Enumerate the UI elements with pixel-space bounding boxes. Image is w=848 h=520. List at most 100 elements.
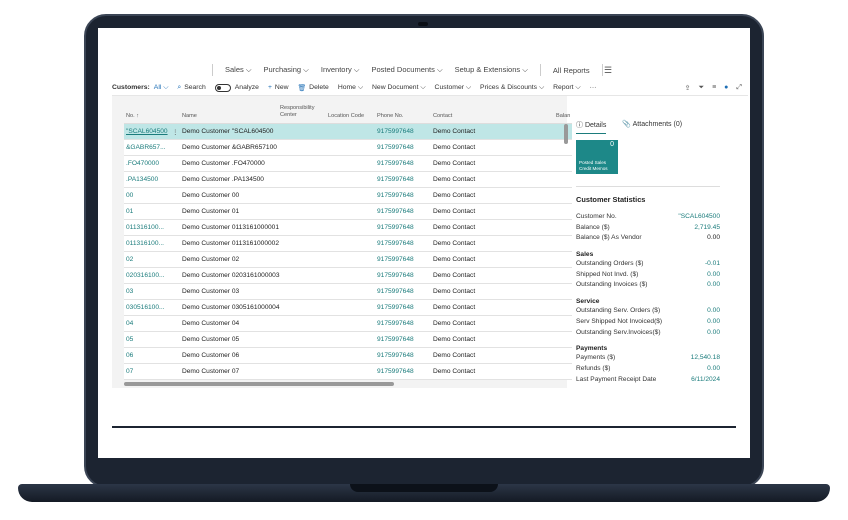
col-responsibility-center[interactable]: Responsibility Center	[280, 105, 324, 119]
customer-no-value[interactable]: "SCAL604500	[678, 213, 720, 220]
report-menu[interactable]: Report ⌵	[553, 84, 580, 92]
nav-purchasing[interactable]: Purchasing ⌵	[264, 65, 309, 75]
phone-cell[interactable]: 9175997648	[377, 352, 414, 359]
contact-cell: Demo Contact	[433, 256, 476, 263]
phone-cell[interactable]: 9175997648	[377, 144, 414, 151]
table-row[interactable]: "SCAL604500 Demo Customer "SCAL604500 9175…	[124, 124, 572, 140]
table-row[interactable]: 04 Demo Customer 04 9175997648 Demo Contact	[124, 316, 572, 332]
expand-icon[interactable]: ⤢	[736, 84, 742, 92]
table-row[interactable]: 03 Demo Customer 03 9175997648 Demo Contact	[124, 284, 572, 300]
col-phone[interactable]: Phone No.	[377, 113, 403, 119]
table-row[interactable]: &GABR657... Demo Customer &GABR657100 9175…	[124, 140, 572, 156]
hamburger-menu-icon[interactable]: ☰	[604, 65, 612, 76]
customer-name-cell: Demo Customer 0203161000003	[182, 272, 280, 279]
nav-inventory[interactable]: Inventory ⌵	[321, 65, 360, 75]
tab-details[interactable]: ⓘ Details	[576, 120, 607, 134]
tab-attachments[interactable]: 📎 Attachments (0)	[622, 120, 682, 134]
phone-cell[interactable]: 9175997648	[377, 304, 414, 311]
view-filter[interactable]: All ⌵	[154, 84, 169, 92]
col-name[interactable]: Name	[182, 113, 197, 119]
table-row[interactable]: 05 Demo Customer 05 9175997648 Demo Contact	[124, 332, 572, 348]
prices-discounts-menu[interactable]: Prices & Discounts ⌵	[480, 84, 544, 92]
search-button[interactable]: ⌕ Search	[177, 84, 205, 92]
phone-cell[interactable]: 9175997648	[377, 240, 414, 247]
info-icon[interactable]: ●	[724, 84, 728, 92]
customer-name-cell: Demo Customer 0113161000001	[182, 224, 280, 231]
table-row[interactable]: .PA134500 Demo Customer .PA134500 91759976…	[124, 172, 572, 188]
col-location-code[interactable]: Location Code	[328, 113, 364, 119]
phone-cell[interactable]: 9175997648	[377, 272, 414, 279]
customer-no-cell[interactable]: 020316100...	[126, 272, 165, 279]
phone-cell[interactable]: 9175997648	[377, 256, 414, 263]
customer-no-cell[interactable]: 02	[126, 256, 133, 263]
serv-shipped-value[interactable]: 0.00	[707, 318, 720, 325]
customer-no-cell[interactable]: 06	[126, 352, 133, 359]
share-icon[interactable]: ⇪	[685, 84, 691, 92]
phone-cell[interactable]: 9175997648	[377, 320, 414, 327]
col-balance[interactable]: Balan	[556, 113, 570, 119]
customer-no-cell[interactable]: 04	[126, 320, 133, 327]
nav-sales[interactable]: Sales ⌵	[225, 65, 252, 75]
list-view-icon[interactable]: ≡	[712, 84, 716, 92]
payments-value[interactable]: 12,540.18	[691, 354, 720, 361]
serv-invoices-value[interactable]: 0.00	[707, 329, 720, 336]
table-row[interactable]: 02 Demo Customer 02 9175997648 Demo Contact	[124, 252, 572, 268]
customer-no-cell[interactable]: .FO470000	[126, 160, 159, 167]
table-row[interactable]: 030516100... Demo Customer 0305161000004 9…	[124, 300, 572, 316]
balance-value[interactable]: 2,719.45	[694, 224, 720, 231]
filter-icon[interactable]: ⏷	[698, 84, 704, 92]
table-row[interactable]: 06 Demo Customer 06 9175997648 Demo Contact	[124, 348, 572, 364]
new-document-menu[interactable]: New Document ⌵	[372, 84, 426, 92]
customer-no-cell[interactable]: "SCAL604500	[126, 128, 168, 135]
row-actions-icon[interactable]: ⋮	[172, 128, 179, 136]
serv-orders-value[interactable]: 0.00	[707, 307, 720, 314]
phone-cell[interactable]: 9175997648	[377, 208, 414, 215]
customer-no-cell[interactable]: 011316100...	[126, 240, 164, 247]
table-row[interactable]: 011316100... Demo Customer 0113161000002 9…	[124, 236, 572, 252]
more-actions-button[interactable]: ···	[590, 84, 597, 91]
customer-name-cell: Demo Customer "SCAL604500	[182, 128, 274, 135]
phone-cell[interactable]: 9175997648	[377, 288, 414, 295]
balance-vendor-value: 0.00	[707, 234, 720, 242]
shipped-not-invoiced-value[interactable]: 0.00	[707, 271, 720, 278]
table-row[interactable]: 07 Demo Customer 07 9175997648 Demo Contact	[124, 364, 572, 380]
phone-cell[interactable]: 9175997648	[377, 160, 414, 167]
customer-no-cell[interactable]: 05	[126, 336, 133, 343]
new-button[interactable]: + New	[268, 84, 289, 91]
delete-button[interactable]: 🗑 Delete	[298, 84, 329, 92]
vertical-scrollbar[interactable]	[564, 124, 568, 144]
customer-no-cell[interactable]: 011316100...	[126, 224, 164, 231]
phone-cell[interactable]: 9175997648	[377, 224, 414, 231]
analyze-toggle[interactable]: Analyze	[214, 83, 259, 92]
posted-sales-credit-memos-tile[interactable]: 0 Posted Sales Credit Memos	[576, 140, 618, 174]
col-no[interactable]: No. ↑	[126, 113, 139, 119]
nav-setup-extensions[interactable]: Setup & Extensions ⌵	[455, 65, 528, 75]
nav-all-reports[interactable]: All Reports	[553, 66, 590, 75]
customer-no-cell[interactable]: .PA134500	[126, 176, 158, 183]
phone-cell[interactable]: 9175997648	[377, 192, 414, 199]
table-row[interactable]: .FO470000 Demo Customer .FO470000 91759976…	[124, 156, 572, 172]
outstanding-orders-value[interactable]: -0.01	[705, 260, 720, 267]
customer-no-cell[interactable]: 03	[126, 288, 133, 295]
phone-cell[interactable]: 9175997648	[377, 368, 414, 375]
phone-cell[interactable]: 9175997648	[377, 128, 414, 135]
table-row[interactable]: 011316100... Demo Customer 0113161000001 9…	[124, 220, 572, 236]
table-row[interactable]: 01 Demo Customer 01 9175997648 Demo Contact	[124, 204, 572, 220]
last-payment-date-value[interactable]: 6/11/2024	[691, 376, 720, 383]
refunds-value[interactable]: 0.00	[707, 365, 720, 372]
customer-no-cell[interactable]: &GABR657...	[126, 144, 166, 151]
table-row[interactable]: 00 Demo Customer 00 9175997648 Demo Contact	[124, 188, 572, 204]
phone-cell[interactable]: 9175997648	[377, 336, 414, 343]
customer-no-cell[interactable]: 00	[126, 192, 133, 199]
table-row[interactable]: 020316100... Demo Customer 0203161000003 9…	[124, 268, 572, 284]
col-contact[interactable]: Contact	[433, 113, 452, 119]
customer-no-cell[interactable]: 07	[126, 368, 133, 375]
horizontal-scrollbar[interactable]	[124, 382, 394, 386]
customer-no-cell[interactable]: 01	[126, 208, 133, 215]
outstanding-invoices-value[interactable]: 0.00	[707, 281, 720, 288]
phone-cell[interactable]: 9175997648	[377, 176, 414, 183]
customer-menu[interactable]: Customer ⌵	[435, 84, 472, 92]
home-menu[interactable]: Home ⌵	[338, 84, 363, 92]
nav-posted-documents[interactable]: Posted Documents ⌵	[372, 65, 443, 75]
customer-no-cell[interactable]: 030516100...	[126, 304, 165, 311]
